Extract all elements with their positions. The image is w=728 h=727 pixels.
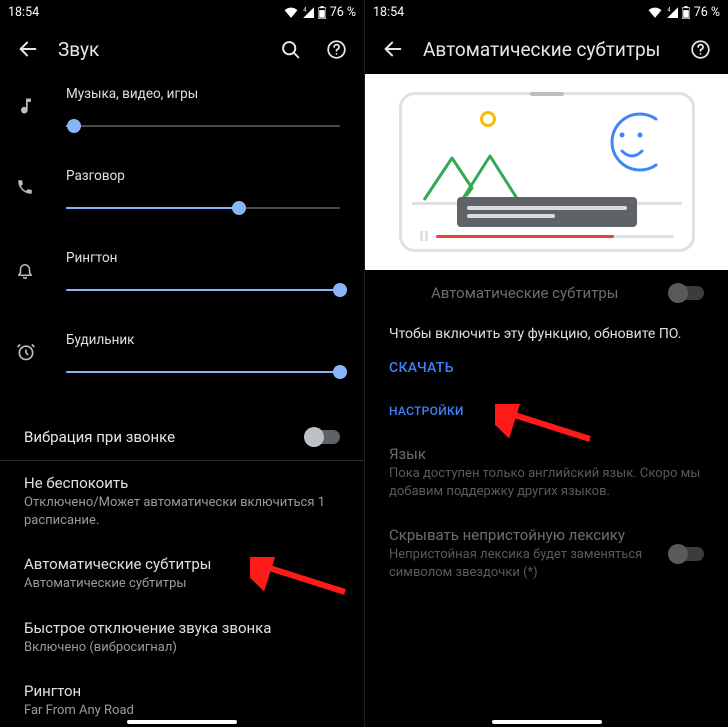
ringtone-title: Рингтон <box>24 682 340 700</box>
battery-percent: 76 % <box>330 5 356 20</box>
profanity-title: Скрывать непристойную лексику <box>389 526 658 544</box>
back-button[interactable] <box>377 33 409 65</box>
vibrate-on-ring-toggle[interactable] <box>306 430 340 444</box>
media-volume-slider[interactable] <box>66 114 340 138</box>
signal-icon: 4 <box>302 6 314 18</box>
back-icon <box>382 38 404 60</box>
status-indicators: 4 76 % <box>648 5 720 20</box>
music-note-icon <box>16 96 38 118</box>
search-button[interactable] <box>274 33 306 65</box>
alarm-volume-label: Будильник <box>66 332 340 348</box>
language-title: Язык <box>389 445 704 463</box>
mountain-icon <box>422 148 522 202</box>
live-captions-item[interactable]: Автоматические субтитры Автоматические с… <box>0 542 364 606</box>
page-title: Автоматические субтитры <box>423 38 670 61</box>
status-time: 18:54 <box>8 5 39 20</box>
face-icon <box>600 111 664 175</box>
sound-settings-screen: 18:54 4 76 % Звук Музыка, видео, игры <box>0 0 364 727</box>
call-volume-row: Разговор <box>66 168 340 220</box>
media-volume-row: Музыка, видео, игры <box>66 86 340 138</box>
do-not-disturb-item[interactable]: Не беспокоить Отключено/Может автоматиче… <box>0 461 364 542</box>
ring-volume-label: Рингтон <box>66 250 340 266</box>
live-captions-subtitle: Автоматические субтитры <box>24 575 340 593</box>
profanity-subtitle: Непристойная лексика будет заменяться си… <box>389 546 658 581</box>
update-required-text: Чтобы включить эту функцию, обновите ПО. <box>365 326 728 342</box>
wifi-icon <box>648 6 662 18</box>
mute-shortcut-item[interactable]: Быстрое отключение звука звонка Включено… <box>0 606 364 670</box>
vibrate-on-ring-row[interactable]: Вибрация при звонке <box>0 414 364 460</box>
alarm-volume-row: Будильник <box>66 332 340 384</box>
dnd-title: Не беспокоить <box>24 474 340 492</box>
video-progress-icon <box>436 235 674 238</box>
nav-indicator <box>492 720 602 724</box>
battery-percent: 76 % <box>694 5 720 20</box>
alarm-icon <box>16 342 38 364</box>
profanity-item: Скрывать непристойную лексику Непристойн… <box>365 513 728 594</box>
bell-icon <box>16 260 38 282</box>
battery-icon <box>682 6 690 19</box>
live-captions-screen: 18:54 4 76 % Автоматические субтитры <box>364 0 728 727</box>
call-volume-slider[interactable] <box>66 196 340 220</box>
vibrate-on-ring-label: Вибрация при звонке <box>24 428 175 446</box>
call-volume-label: Разговор <box>66 168 340 184</box>
ring-volume-slider[interactable] <box>66 278 340 302</box>
status-bar: 18:54 4 76 % <box>0 0 364 24</box>
help-button[interactable] <box>684 33 716 65</box>
back-icon <box>17 38 39 60</box>
settings-section-header: НАСТРОЙКИ <box>365 404 728 418</box>
media-volume-label: Музыка, видео, игры <box>66 86 340 102</box>
page-title: Звук <box>58 38 260 61</box>
alarm-volume-slider[interactable] <box>66 360 340 384</box>
live-captions-title: Автоматические субтитры <box>24 555 340 573</box>
help-icon <box>690 39 711 60</box>
app-bar: Звук <box>0 24 364 74</box>
live-captions-master-label: Автоматические субтитры <box>431 284 618 302</box>
illustration <box>365 74 728 270</box>
app-bar: Автоматические субтитры <box>365 24 728 74</box>
nav-indicator <box>127 720 237 724</box>
mute-shortcut-subtitle: Включено (вибросигнал) <box>24 639 340 657</box>
phone-icon <box>16 178 38 200</box>
back-button[interactable] <box>12 33 44 65</box>
battery-icon <box>318 6 326 19</box>
profanity-toggle <box>670 547 704 561</box>
ring-volume-row: Рингтон <box>66 250 340 302</box>
mute-shortcut-title: Быстрое отключение звука звонка <box>24 619 340 637</box>
ringtone-subtitle: Far From Any Road <box>24 702 340 720</box>
wifi-icon <box>284 6 298 18</box>
caption-box-icon <box>457 197 637 227</box>
search-icon <box>280 39 301 60</box>
svg-text:4: 4 <box>667 6 671 13</box>
sun-icon <box>480 111 496 127</box>
language-subtitle: Пока доступен только английский язык. Ск… <box>389 465 704 500</box>
ringtone-item[interactable]: Рингтон Far From Any Road <box>0 669 364 727</box>
signal-icon: 4 <box>666 6 678 18</box>
help-icon <box>326 39 347 60</box>
live-captions-master-row: Автоматические субтитры <box>365 270 728 316</box>
help-button[interactable] <box>320 33 352 65</box>
download-button[interactable]: СКАЧАТЬ <box>365 360 728 376</box>
status-bar: 18:54 4 76 % <box>365 0 728 24</box>
svg-text:4: 4 <box>303 6 307 13</box>
dnd-subtitle: Отключено/Может автоматически включиться… <box>24 494 340 529</box>
live-captions-master-toggle <box>670 286 704 300</box>
pause-icon <box>420 231 428 241</box>
status-time: 18:54 <box>373 5 404 20</box>
language-item: Язык Пока доступен только английский язы… <box>365 432 728 513</box>
status-indicators: 4 76 % <box>284 5 356 20</box>
